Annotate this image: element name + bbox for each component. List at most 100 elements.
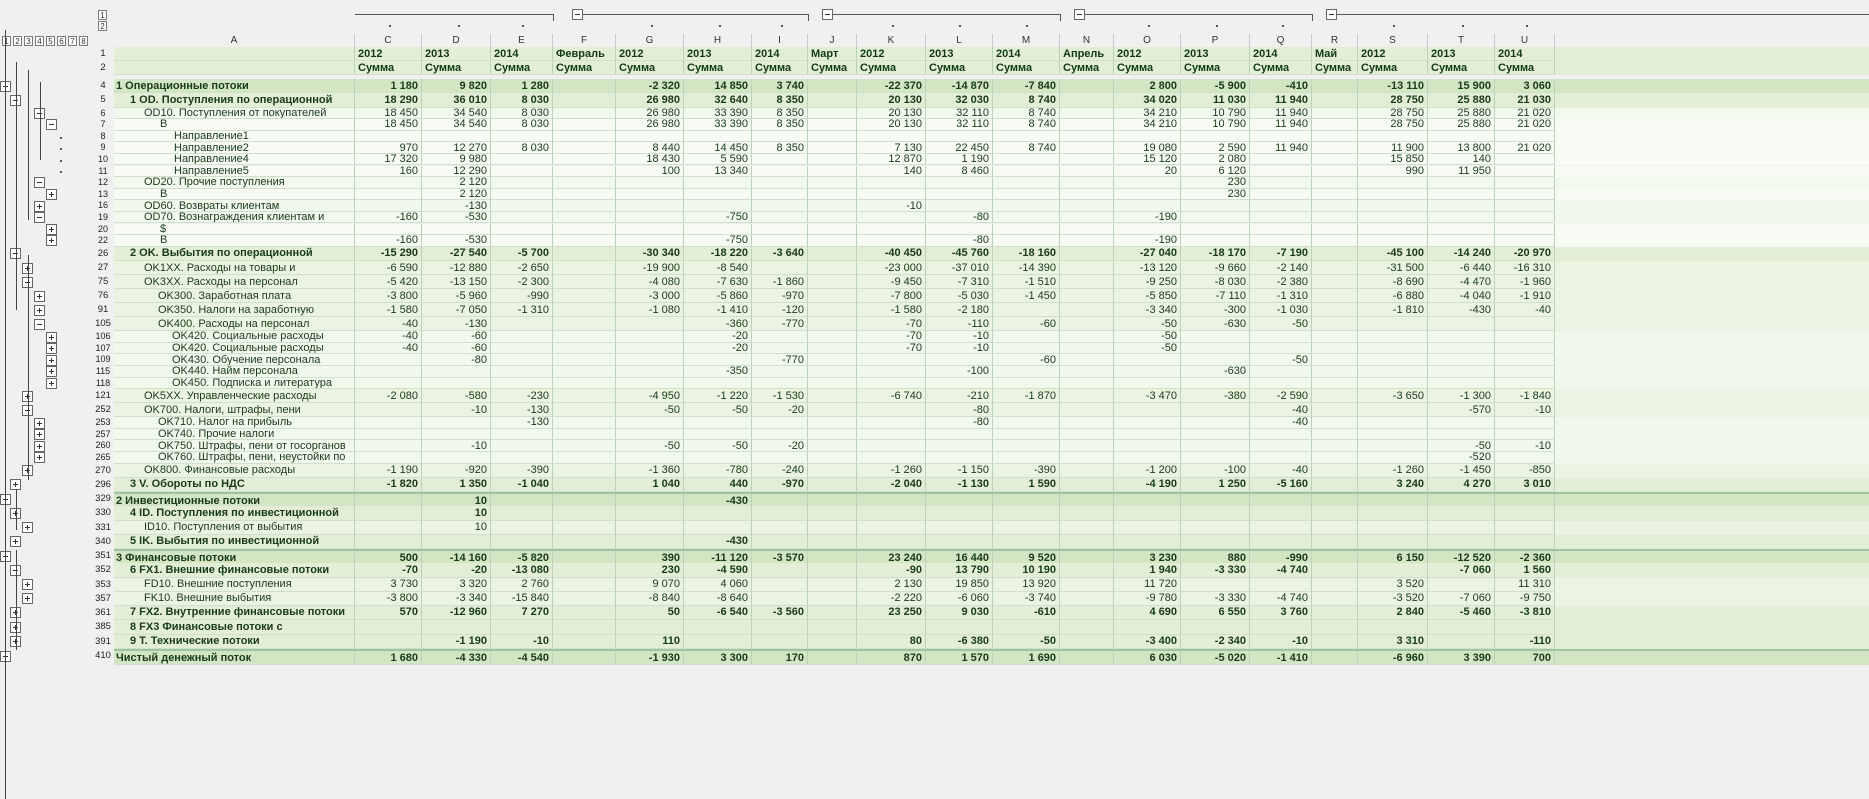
value-cell[interactable]: -1 190 <box>355 463 422 478</box>
value-cell[interactable]: 2 590 <box>1181 142 1250 154</box>
value-cell[interactable] <box>808 452 857 464</box>
value-cell[interactable]: -8 840 <box>616 591 684 606</box>
value-cell[interactable] <box>422 366 491 378</box>
value-cell[interactable] <box>1358 440 1428 452</box>
value-cell[interactable] <box>553 506 616 521</box>
value-cell[interactable]: 8 440 <box>616 142 684 154</box>
row-label-cell[interactable]: OK1XX. Расходы на товары и <box>114 261 355 276</box>
header-cell[interactable]: 2014 <box>491 47 553 61</box>
value-cell[interactable]: 26 980 <box>616 93 684 108</box>
outline-level-2-button[interactable]: 2 <box>13 36 22 46</box>
value-cell[interactable] <box>1495 200 1555 212</box>
value-cell[interactable] <box>1428 200 1495 212</box>
value-cell[interactable] <box>808 165 857 178</box>
value-cell[interactable]: 10 790 <box>1181 119 1250 131</box>
value-cell[interactable]: -610 <box>993 605 1060 621</box>
header-cell[interactable]: 2014 <box>1250 47 1312 61</box>
value-cell[interactable] <box>993 366 1060 378</box>
value-cell[interactable]: -14 240 <box>1428 246 1495 262</box>
value-cell[interactable] <box>553 452 616 464</box>
value-cell[interactable] <box>926 520 993 535</box>
value-cell[interactable] <box>1114 354 1181 366</box>
value-cell[interactable]: 8 740 <box>993 142 1060 154</box>
column-header-D[interactable]: D <box>422 34 491 47</box>
value-cell[interactable]: 18 430 <box>616 153 684 166</box>
value-cell[interactable]: 11 950 <box>1428 165 1495 178</box>
value-cell[interactable]: -1 450 <box>1428 463 1495 478</box>
value-cell[interactable]: 15 850 <box>1358 153 1428 166</box>
column-header-J[interactable]: J <box>808 34 857 47</box>
value-cell[interactable] <box>553 605 616 621</box>
value-cell[interactable] <box>1250 177 1312 189</box>
value-cell[interactable]: -60 <box>422 331 491 343</box>
value-cell[interactable] <box>553 177 616 189</box>
value-cell[interactable] <box>1312 520 1358 535</box>
value-cell[interactable] <box>553 440 616 452</box>
value-cell[interactable] <box>1250 506 1312 521</box>
row-label-cell[interactable]: OK3XX. Расходы на персонал <box>114 275 355 290</box>
row-number[interactable]: 26 <box>92 248 114 259</box>
value-cell[interactable]: -7 060 <box>1428 563 1495 578</box>
row-number[interactable]: 6 <box>92 108 114 118</box>
value-cell[interactable] <box>1250 188 1312 201</box>
value-cell[interactable] <box>926 188 993 201</box>
value-cell[interactable]: -4 740 <box>1250 591 1312 606</box>
value-cell[interactable]: -19 900 <box>616 261 684 276</box>
value-cell[interactable] <box>491 235 553 247</box>
value-cell[interactable]: 700 <box>1495 651 1555 666</box>
value-cell[interactable] <box>808 275 857 290</box>
value-cell[interactable]: -3 560 <box>752 605 808 621</box>
value-cell[interactable]: 33 390 <box>684 107 752 120</box>
value-cell[interactable]: -380 <box>1181 389 1250 404</box>
column-header-E[interactable]: E <box>491 34 553 47</box>
value-cell[interactable] <box>355 188 422 201</box>
value-cell[interactable]: -1 190 <box>422 634 491 650</box>
value-cell[interactable]: -2 180 <box>926 303 993 318</box>
value-cell[interactable]: 5 590 <box>684 153 752 166</box>
value-cell[interactable]: -3 340 <box>1114 303 1181 318</box>
value-cell[interactable] <box>1312 477 1358 493</box>
value-cell[interactable]: -520 <box>1428 452 1495 464</box>
value-cell[interactable] <box>1060 119 1114 131</box>
value-cell[interactable]: 11 310 <box>1495 577 1555 592</box>
value-cell[interactable] <box>1114 377 1181 390</box>
value-cell[interactable] <box>616 366 684 378</box>
value-cell[interactable]: -920 <box>422 463 491 478</box>
value-cell[interactable] <box>1358 403 1428 418</box>
row-number[interactable]: 76 <box>92 290 114 301</box>
header-cell[interactable]: Сумма <box>808 61 857 75</box>
value-cell[interactable] <box>553 377 616 390</box>
header-cell[interactable]: Сумма <box>616 61 684 75</box>
value-cell[interactable]: -130 <box>422 200 491 212</box>
value-cell[interactable]: 2 760 <box>491 577 553 592</box>
value-cell[interactable]: 36 010 <box>422 93 491 108</box>
value-cell[interactable] <box>808 506 857 521</box>
row-number[interactable]: 121 <box>92 390 114 401</box>
header-cell[interactable]: Апрель <box>1060 47 1114 61</box>
value-cell[interactable] <box>1060 428 1114 441</box>
value-cell[interactable]: -5 420 <box>355 275 422 290</box>
header-cell[interactable]: 2013 <box>1181 47 1250 61</box>
value-cell[interactable]: 1 590 <box>993 477 1060 493</box>
value-cell[interactable] <box>553 366 616 378</box>
value-cell[interactable]: 230 <box>1181 177 1250 189</box>
value-cell[interactable] <box>422 452 491 464</box>
value-cell[interactable] <box>684 634 752 650</box>
row-label-cell[interactable]: OD20. Прочие поступления <box>114 177 355 189</box>
value-cell[interactable] <box>808 317 857 332</box>
value-cell[interactable] <box>1312 366 1358 378</box>
value-cell[interactable] <box>1495 417 1555 429</box>
value-cell[interactable]: -4 080 <box>616 275 684 290</box>
value-cell[interactable] <box>857 440 926 452</box>
value-cell[interactable] <box>1312 417 1358 429</box>
value-cell[interactable]: -40 <box>1250 417 1312 429</box>
value-cell[interactable] <box>1060 342 1114 355</box>
value-cell[interactable] <box>808 153 857 166</box>
row-label-cell[interactable]: OK350. Налоги на заработную <box>114 303 355 318</box>
row-number[interactable]: 109 <box>92 354 114 364</box>
value-cell[interactable] <box>1181 354 1250 366</box>
column-header-R[interactable]: R <box>1312 34 1358 47</box>
value-cell[interactable] <box>491 342 553 355</box>
value-cell[interactable]: -9 750 <box>1495 591 1555 606</box>
value-cell[interactable] <box>1060 417 1114 429</box>
